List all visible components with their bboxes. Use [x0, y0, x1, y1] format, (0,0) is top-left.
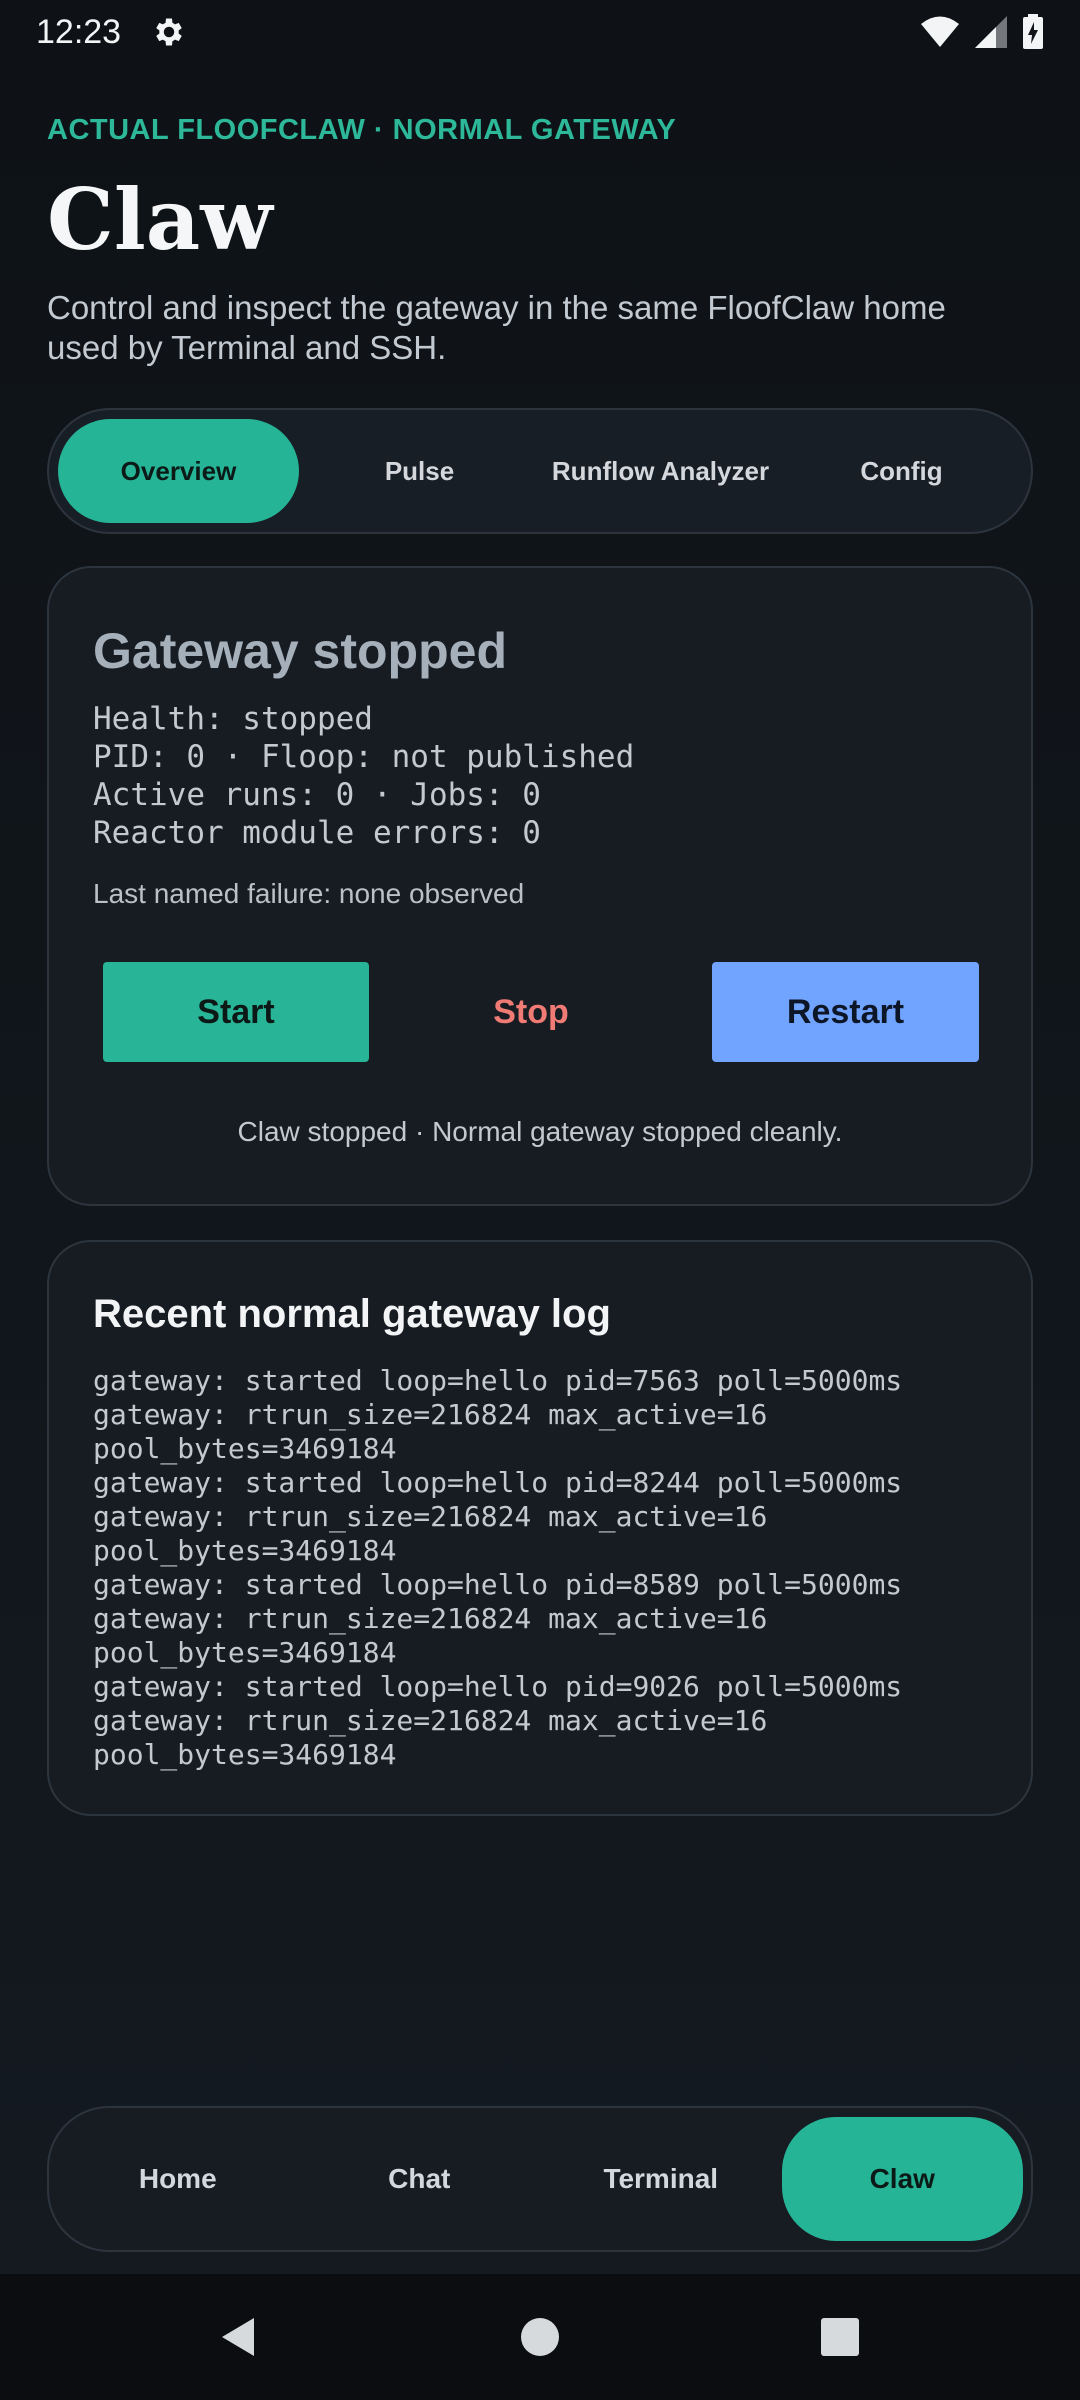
stat-health: Health: stopped	[93, 701, 373, 737]
restart-button[interactable]: Restart	[712, 962, 979, 1062]
log-title: Recent normal gateway log	[93, 1292, 611, 1336]
tab-config[interactable]: Config	[781, 419, 1022, 523]
nav-chat[interactable]: Chat	[299, 2117, 541, 2241]
gateway-log-card: Recent normal gateway log gateway: start…	[47, 1240, 1033, 1816]
gateway-status-title: Gateway stopped	[93, 623, 507, 679]
log-line: gateway: started loop=hello pid=9026 pol…	[93, 1670, 903, 1703]
nav-claw[interactable]: Claw	[781, 2117, 1023, 2241]
log-line: gateway: started loop=hello pid=7563 pol…	[93, 1364, 903, 1397]
log-line: gateway: started loop=hello pid=8589 pol…	[93, 1568, 903, 1601]
system-navigation-bar	[0, 2274, 1080, 2400]
status-icons	[920, 14, 1044, 50]
wifi-icon	[921, 16, 959, 47]
bottom-navigation: Home Chat Terminal Claw	[47, 2106, 1033, 2252]
nav-home[interactable]: Home	[57, 2117, 299, 2241]
signal-icon	[975, 16, 1007, 48]
log-line: gateway: rtrun_size=216824 max_active=16…	[93, 1500, 785, 1567]
stat-pid-floop: PID: 0 · Floop: not published	[93, 739, 635, 775]
log-line: gateway: rtrun_size=216824 max_active=16…	[93, 1398, 785, 1465]
log-line: gateway: rtrun_size=216824 max_active=16…	[93, 1704, 785, 1771]
section-tabs: Overview Pulse Runflow Analyzer Config	[47, 408, 1033, 534]
start-button[interactable]: Start	[103, 962, 369, 1062]
gateway-status-card: Gateway stopped Health: stopped PID: 0 ·…	[47, 566, 1033, 1206]
tab-pulse[interactable]: Pulse	[299, 419, 540, 523]
battery-charging-icon	[1023, 14, 1043, 49]
nav-terminal[interactable]: Terminal	[540, 2117, 782, 2241]
last-failure-text: Last named failure: none observed	[93, 878, 525, 909]
stat-runs-jobs: Active runs: 0 · Jobs: 0	[93, 777, 541, 813]
home-icon[interactable]	[517, 2314, 563, 2360]
status-bar: 12:23	[0, 0, 1080, 64]
recents-icon[interactable]	[817, 2314, 863, 2360]
status-time: 12:23	[36, 12, 122, 51]
page-description: Control and inspect the gateway in the s…	[47, 289, 946, 366]
log-output: gateway: started loop=hello pid=7563 pol…	[93, 1364, 993, 1772]
log-line: gateway: started loop=hello pid=8244 pol…	[93, 1466, 903, 1499]
stop-button[interactable]: Stop	[431, 962, 631, 1062]
back-icon[interactable]	[216, 2314, 262, 2360]
log-line: gateway: rtrun_size=216824 max_active=16…	[93, 1602, 785, 1669]
gear-icon	[156, 18, 182, 46]
gateway-stats: Health: stopped PID: 0 · Floop: not publ…	[93, 700, 634, 852]
stat-reactor-errors: Reactor module errors: 0	[93, 815, 541, 851]
tab-overview[interactable]: Overview	[58, 419, 299, 523]
screen: 12:23 ACTUAL FLOOFCLAW · NORMAL GATEWAY …	[0, 0, 1080, 2400]
tab-runflow-analyzer[interactable]: Runflow Analyzer	[540, 419, 781, 523]
eyebrow-label: ACTUAL FLOOFCLAW · NORMAL GATEWAY	[47, 114, 677, 146]
page-title: Claw	[47, 170, 273, 269]
gateway-status-message: Claw stopped · Normal gateway stopped cl…	[237, 1116, 843, 1147]
